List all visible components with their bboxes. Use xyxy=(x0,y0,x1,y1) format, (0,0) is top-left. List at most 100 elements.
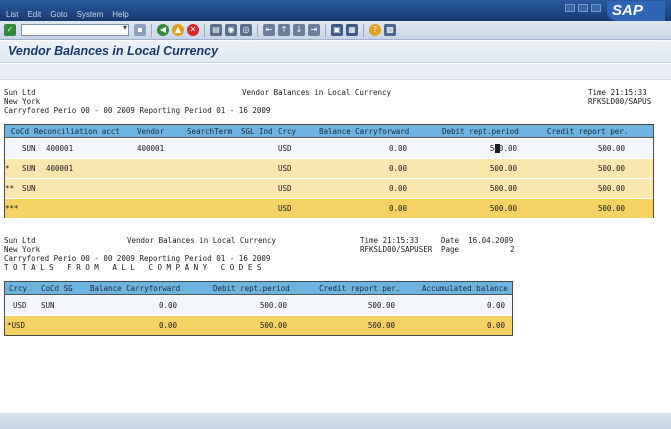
report-date: Date 16.04.2009 xyxy=(441,236,514,245)
cell-credit: 500.00 xyxy=(367,301,395,310)
table-header: CoCd Reconciliation acct Vendor SearchTe… xyxy=(5,125,653,138)
window-controls xyxy=(565,4,601,12)
cell-crcy: *USD xyxy=(7,321,26,330)
title-area: Vendor Balances in Local Currency xyxy=(0,41,671,63)
find-next-icon[interactable]: ◎ xyxy=(240,24,252,36)
cell-cocd: SUN xyxy=(22,164,36,173)
menu-goto[interactable]: Goto xyxy=(50,10,67,19)
new-session-icon[interactable]: ▣ xyxy=(331,24,343,36)
cell-credit: 500.00 xyxy=(367,321,395,330)
close-window-icon[interactable] xyxy=(591,4,601,12)
column-header-cocd: CoCd xyxy=(11,127,30,136)
cell-balance: 0.00 xyxy=(388,204,407,213)
company-name: Sun Ltd xyxy=(4,236,36,245)
cell-credit: 500.00 xyxy=(597,144,625,153)
menu-system[interactable]: System xyxy=(77,10,104,19)
maximize-icon[interactable] xyxy=(578,4,588,12)
table-row[interactable]: *** USD 0.00 500.00 500.00 xyxy=(5,199,653,218)
column-header-balance-carryforward: Balance Carryforward xyxy=(319,127,410,136)
cell-debit: 500.00 xyxy=(489,164,517,173)
report-program: RFKSLD00/SAPUS xyxy=(588,97,652,106)
column-header-balance-carryforward: Balance Carryforward xyxy=(90,284,181,293)
save-icon[interactable]: ▪ xyxy=(134,24,146,36)
cell-accumulated-balance: 0.00 xyxy=(486,321,505,330)
cell-credit: 500.00 xyxy=(597,184,625,193)
totals-heading: T O T A L S F R O M A L L C O M P A N Y … xyxy=(4,263,262,272)
shortcut-icon[interactable]: ▦ xyxy=(346,24,358,36)
column-header-crcy: Crcy xyxy=(278,127,297,136)
toolbar-separator xyxy=(204,23,205,37)
menu-bar: List Edit Goto System Help xyxy=(6,10,129,19)
report-time: Time 21:15:33 xyxy=(588,88,647,97)
column-header-debit: Debit rept.period xyxy=(213,284,290,293)
table-row[interactable]: ** SUN USD 0.00 500.00 500.00 xyxy=(5,179,653,198)
cell-debit: 500.00 xyxy=(489,204,517,213)
help-icon[interactable]: ? xyxy=(369,24,381,36)
previous-page-icon[interactable]: ↑ xyxy=(278,24,290,36)
carryforward-period-line: Carryfored Perio 00 - 00 2009 Reporting … xyxy=(4,106,271,115)
column-header-searchterm: SearchTerm xyxy=(187,127,233,136)
text-cursor xyxy=(495,144,500,153)
cell-crcy: USD xyxy=(278,184,292,193)
enter-icon[interactable]: ✓ xyxy=(4,24,16,36)
cell-debit: 500.00 xyxy=(489,184,517,193)
toolbar-separator xyxy=(151,23,152,37)
layout-icon[interactable]: ▩ xyxy=(384,24,396,36)
status-bar xyxy=(0,413,671,429)
page-number: 2 xyxy=(510,245,515,254)
application-toolbar xyxy=(0,64,671,80)
page-title: Vendor Balances in Local Currency xyxy=(8,44,219,58)
company-city: New York xyxy=(4,97,41,106)
toolbar-separator xyxy=(325,23,326,37)
cell-balance: 0.00 xyxy=(158,301,177,310)
row-mark: * xyxy=(5,164,10,173)
menu-edit[interactable]: Edit xyxy=(27,10,41,19)
company-city: New York xyxy=(4,245,41,254)
cell-debit: 500.00 xyxy=(259,321,287,330)
cell-balance: 0.00 xyxy=(158,321,177,330)
standard-toolbar: ✓ ▪ ◀ ▲ ✕ ▤ ◉ ◎ ⇤ ↑ ↓ ⇥ ▣ ▦ ? ▩ xyxy=(0,21,671,40)
next-page-icon[interactable]: ↓ xyxy=(293,24,305,36)
column-header-credit: Credit report per. xyxy=(547,127,629,136)
cancel-icon[interactable]: ✕ xyxy=(187,24,199,36)
column-header-recon-acct: Reconciliation acct xyxy=(34,127,120,136)
company-name: Sun Ltd xyxy=(4,88,36,97)
minimize-icon[interactable] xyxy=(565,4,575,12)
table-row[interactable]: USD SUN 0.00 500.00 500.00 0.00 xyxy=(5,296,512,315)
cell-crcy: USD xyxy=(278,164,292,173)
column-header-debit: Debit rept.period xyxy=(442,127,519,136)
page-label: Page xyxy=(441,245,460,254)
report-title: Vendor Balances in Local Currency xyxy=(242,88,392,97)
title-bar: List Edit Goto System Help SAP xyxy=(0,0,671,21)
table-row[interactable]: SUN 400001 400001 USD 0.00 500.00 500.00 xyxy=(5,139,653,158)
row-mark: ** xyxy=(5,184,15,193)
row-mark: *** xyxy=(5,204,19,213)
cell-balance: 0.00 xyxy=(388,164,407,173)
cell-crcy: USD xyxy=(278,144,292,153)
table-row[interactable]: *USD 0.00 500.00 500.00 0.00 xyxy=(5,316,512,335)
first-page-icon[interactable]: ⇤ xyxy=(263,24,275,36)
carryforward-period-line: Carryfored Perio 00 - 00 2009 Reporting … xyxy=(4,254,271,263)
cell-debit: 500.00 xyxy=(489,144,517,153)
column-header-credit: Credit report per. xyxy=(319,284,401,293)
menu-list[interactable]: List xyxy=(6,10,18,19)
cell-balance: 0.00 xyxy=(388,184,407,193)
menu-help[interactable]: Help xyxy=(112,10,128,19)
cell-recon-acct: 400001 xyxy=(46,144,74,153)
cell-cocd: SUN xyxy=(41,301,55,310)
print-icon[interactable]: ▤ xyxy=(210,24,222,36)
command-field[interactable] xyxy=(21,23,129,36)
cell-cocd: SUN xyxy=(22,184,36,193)
cell-crcy: USD xyxy=(13,301,27,310)
cell-accumulated-balance: 0.00 xyxy=(486,301,505,310)
cell-recon-acct: 400001 xyxy=(46,164,74,173)
back-icon[interactable]: ◀ xyxy=(157,24,169,36)
find-icon[interactable]: ◉ xyxy=(225,24,237,36)
column-header-vendor: Vendor xyxy=(137,127,165,136)
exit-icon[interactable]: ▲ xyxy=(172,24,184,36)
table-row[interactable]: * SUN 400001 USD 0.00 500.00 500.00 xyxy=(5,159,653,178)
last-page-icon[interactable]: ⇥ xyxy=(308,24,320,36)
cell-credit: 500.00 xyxy=(597,164,625,173)
column-header-sgl-ind: SGL Ind xyxy=(241,127,273,136)
toolbar-separator xyxy=(363,23,364,37)
